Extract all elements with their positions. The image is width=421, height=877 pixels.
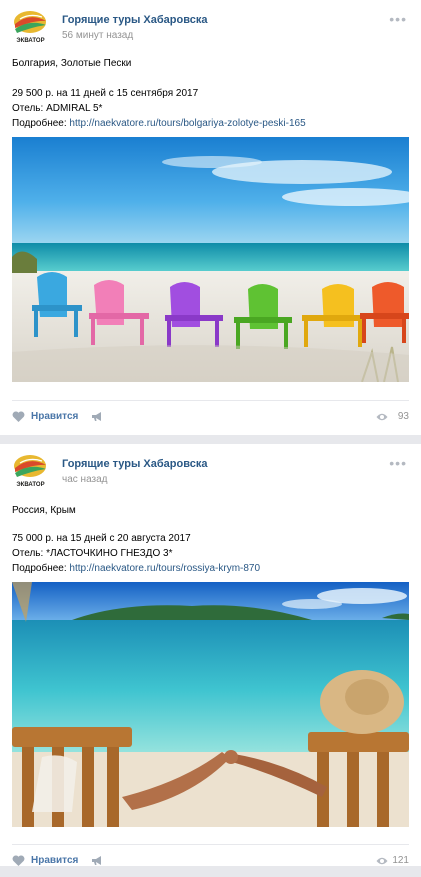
eye-icon bbox=[376, 857, 388, 865]
logo-text: ЭКВАТОР bbox=[16, 38, 44, 44]
share-megaphone-icon[interactable] bbox=[91, 855, 103, 866]
post-time[interactable]: 56 минут назад bbox=[62, 30, 133, 41]
like-button[interactable]: Нравится bbox=[31, 855, 78, 866]
post-header: ЭКВАТОР Горящие туры Хабаровска 56 минут… bbox=[0, 0, 421, 44]
more-dots-icon[interactable]: ••• bbox=[389, 456, 407, 470]
post-hotel: Отель: ADMIRAL 5* bbox=[12, 103, 103, 114]
views-count: 93 bbox=[397, 411, 409, 422]
post-author[interactable]: Горящие туры Хабаровска bbox=[62, 458, 207, 470]
more-label: Подробнее: bbox=[12, 118, 70, 129]
news-feed: ЭКВАТОР Горящие туры Хабаровска 56 минут… bbox=[0, 0, 421, 866]
more-dots-icon[interactable]: ••• bbox=[389, 12, 407, 26]
views-count: 121 bbox=[392, 855, 409, 866]
more-label: Подробнее: bbox=[12, 563, 70, 574]
heart-icon[interactable] bbox=[12, 411, 25, 423]
post-more-line: Подробнее: http://naekvatore.ru/tours/ro… bbox=[12, 561, 260, 576]
group-avatar[interactable]: ЭКВАТОР bbox=[12, 452, 49, 489]
logo-text: ЭКВАТОР bbox=[16, 482, 44, 488]
post-destination: Россия, Крым bbox=[12, 505, 76, 516]
post-price: 75 000 р. на 15 дней с 20 августа 2017 bbox=[12, 533, 191, 544]
feed-post: ЭКВАТОР Горящие туры Хабаровска час наза… bbox=[0, 444, 421, 866]
eye-icon bbox=[376, 413, 388, 421]
feed-post: ЭКВАТОР Горящие туры Хабаровска 56 минут… bbox=[0, 0, 421, 435]
beach-chairs-photo[interactable] bbox=[12, 137, 409, 382]
like-button[interactable]: Нравится bbox=[31, 411, 78, 422]
share-megaphone-icon[interactable] bbox=[91, 411, 103, 422]
post-actions: Нравится 121 bbox=[12, 844, 409, 877]
post-author[interactable]: Горящие туры Хабаровска bbox=[62, 14, 207, 26]
post-time[interactable]: час назад bbox=[62, 474, 108, 485]
heart-icon[interactable] bbox=[12, 855, 25, 867]
post-destination: Болгария, Золотые Пески bbox=[12, 58, 132, 69]
tour-link[interactable]: http://naekvatore.ru/tours/bolgariya-zol… bbox=[69, 118, 305, 129]
post-actions: Нравится 93 bbox=[12, 400, 409, 433]
tour-link[interactable]: http://naekvatore.ru/tours/rossiya-krym-… bbox=[69, 563, 260, 574]
group-avatar[interactable]: ЭКВАТОР bbox=[12, 8, 49, 45]
couple-beach-photo[interactable] bbox=[12, 582, 409, 827]
post-header: ЭКВАТОР Горящие туры Хабаровска час наза… bbox=[0, 444, 421, 488]
post-hotel: Отель: *ЛАСТОЧКИНО ГНЕЗДО 3* bbox=[12, 548, 173, 559]
post-more-line: Подробнее: http://naekvatore.ru/tours/bo… bbox=[12, 116, 306, 131]
post-price: 29 500 р. на 11 дней с 15 сентября 2017 bbox=[12, 88, 199, 99]
